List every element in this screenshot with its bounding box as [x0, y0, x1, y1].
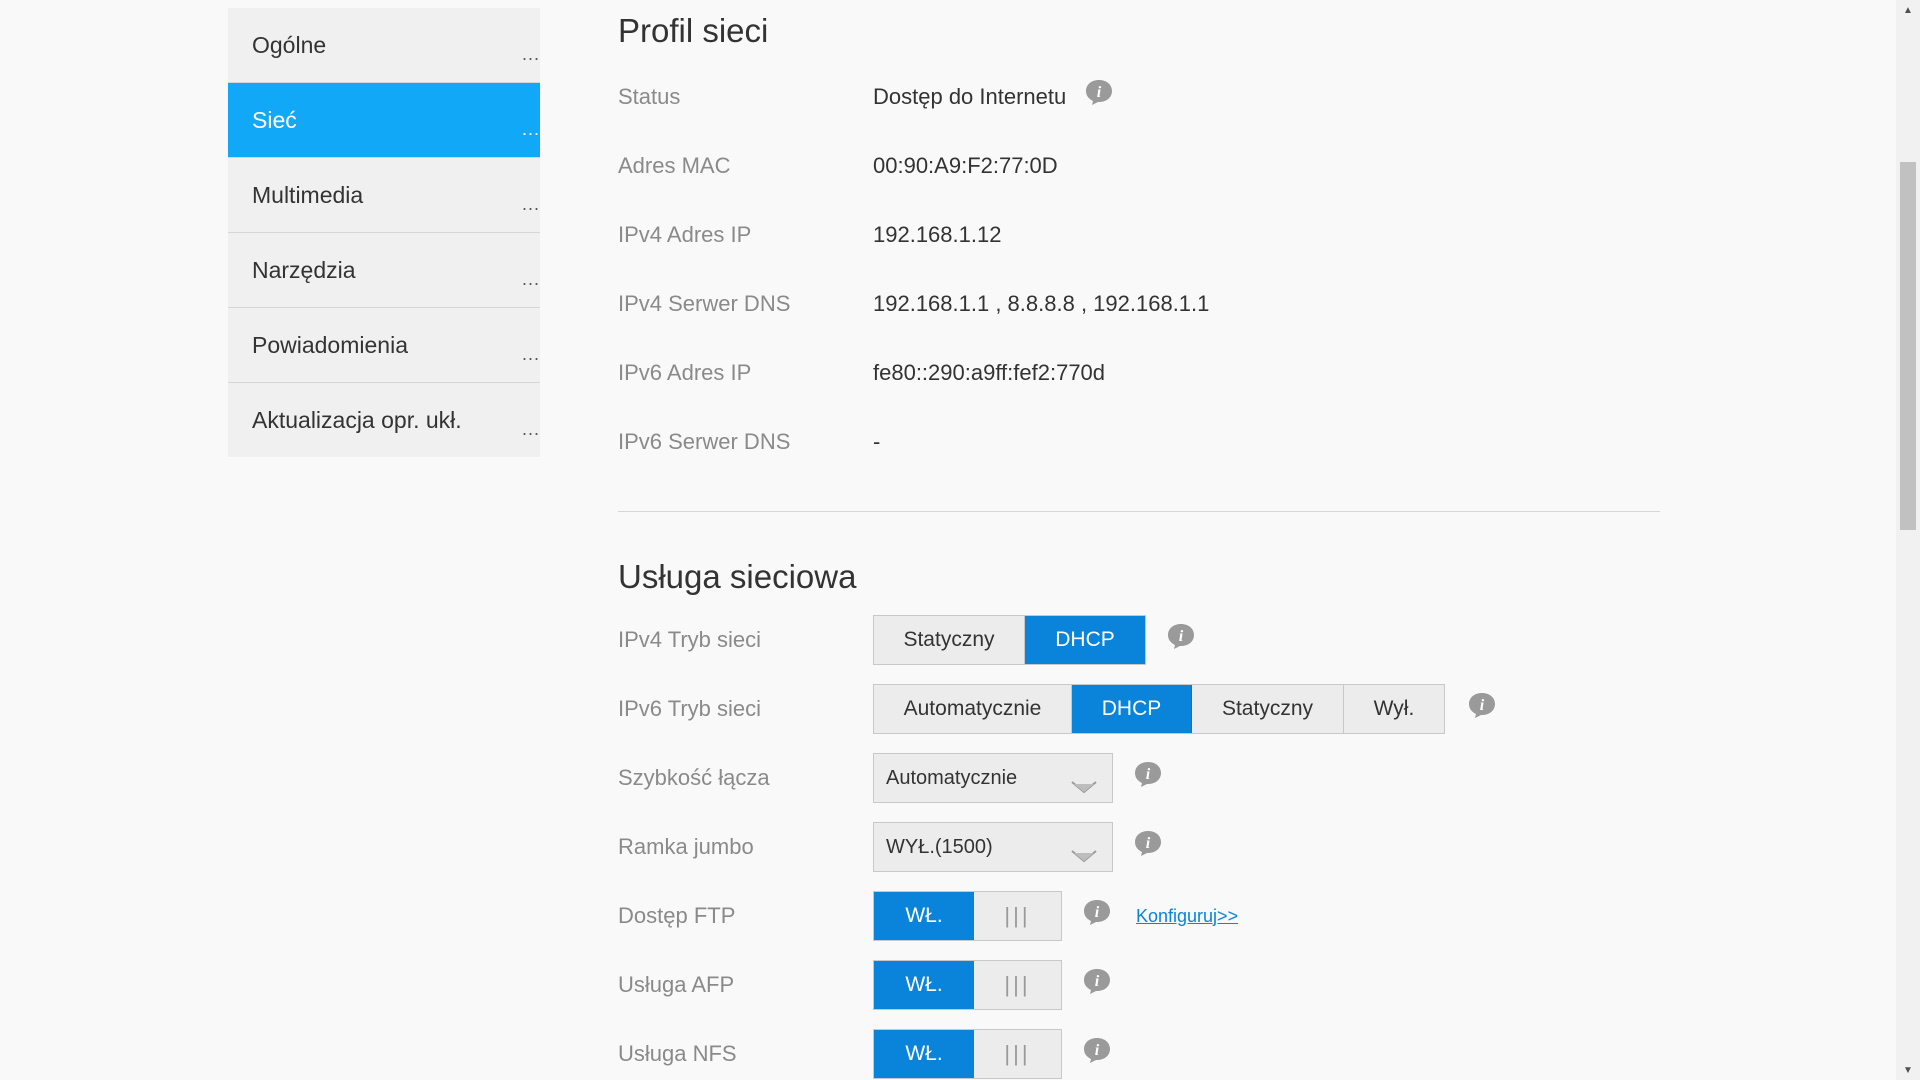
jumbo-frame-row: WYŁ.(1500) i: [873, 822, 1163, 872]
sidebar-item-dots: ...: [521, 194, 540, 214]
ipv4-mode-label: IPv4 Tryb sieci: [618, 627, 762, 652]
info-icon[interactable]: i: [1467, 691, 1497, 719]
info-icon[interactable]: i: [1082, 967, 1112, 995]
vertical-scrollbar[interactable]: ▲ ▼: [1896, 0, 1920, 1080]
sidebar-item-tools[interactable]: Narzędzia ...: [228, 233, 540, 308]
nfs-label: Usługa NFS: [618, 1041, 737, 1066]
ipv6-mode-auto-button[interactable]: Automatycznie: [874, 685, 1072, 733]
sidebar-item-label: Sieć: [252, 106, 297, 133]
scrollbar-thumb[interactable]: [1900, 162, 1916, 530]
svg-text:i: i: [1095, 973, 1100, 990]
svg-text:i: i: [1097, 84, 1102, 101]
ipv6-dns-value: -: [873, 429, 881, 454]
mac-label: Adres MAC: [618, 153, 731, 178]
ipv6-mode-row: Automatycznie DHCP Statyczny Wył. i: [873, 684, 1497, 734]
svg-text:i: i: [1146, 835, 1151, 852]
nfs-toggle[interactable]: WŁ. |||: [873, 1029, 1062, 1079]
sidebar-item-label: Powiadomienia: [252, 331, 408, 358]
svg-text:i: i: [1095, 1042, 1100, 1059]
sidebar-item-notifications[interactable]: Powiadomienia ...: [228, 308, 540, 383]
jumbo-frame-label: Ramka jumbo: [618, 834, 754, 859]
info-icon[interactable]: i: [1084, 78, 1114, 106]
toggle-on-label: WŁ.: [874, 1030, 974, 1078]
section-divider: [618, 511, 1660, 512]
ipv4-mode-static-button[interactable]: Statyczny: [874, 616, 1025, 664]
sidebar-item-firmware-update[interactable]: Aktualizacja opr. ukł. ...: [228, 383, 540, 457]
nfs-row: WŁ. ||| i: [873, 1029, 1112, 1079]
sidebar-item-general[interactable]: Ogólne ...: [228, 8, 540, 83]
toggle-on-label: WŁ.: [874, 961, 974, 1009]
toggle-handle: |||: [974, 1030, 1061, 1078]
info-icon[interactable]: i: [1133, 829, 1163, 857]
info-icon[interactable]: i: [1133, 760, 1163, 788]
svg-text:i: i: [1179, 628, 1184, 645]
ipv6-ip-label: IPv6 Adres IP: [618, 360, 752, 385]
status-value: Dostęp do Internetu: [873, 84, 1067, 109]
mac-value: 00:90:A9:F2:77:0D: [873, 153, 1058, 178]
sidebar-item-dots: ...: [521, 269, 540, 289]
ipv4-mode-segmented: Statyczny DHCP: [873, 615, 1146, 665]
sidebar-item-label: Narzędzia: [252, 256, 356, 283]
scroll-down-arrow-icon[interactable]: ▼: [1896, 1060, 1920, 1080]
settings-sidebar: Ogólne ... Sieć ... Multimedia ... Narzę…: [228, 8, 540, 457]
ipv4-mode-row: Statyczny DHCP i: [873, 615, 1196, 665]
status-label: Status: [618, 84, 681, 109]
afp-label: Usługa AFP: [618, 972, 735, 997]
sidebar-item-dots: ...: [521, 119, 540, 139]
svg-text:i: i: [1480, 697, 1485, 714]
ipv4-ip-value: 192.168.1.12: [873, 222, 1002, 247]
info-icon[interactable]: i: [1166, 622, 1196, 650]
ipv4-dns-value: 192.168.1.1 , 8.8.8.8 , 192.168.1.1: [873, 291, 1210, 316]
toggle-handle: |||: [974, 892, 1061, 940]
sidebar-item-dots: ...: [521, 419, 540, 439]
info-icon[interactable]: i: [1082, 1036, 1112, 1064]
ipv6-mode-segmented: Automatycznie DHCP Statyczny Wył.: [873, 684, 1445, 734]
network-profile-title: Profil sieci: [618, 12, 769, 49]
link-speed-row: Automatycznie i: [873, 753, 1163, 803]
ftp-configure-link[interactable]: Konfiguruj>>: [1136, 906, 1238, 927]
sidebar-item-network[interactable]: Sieć ...: [228, 83, 540, 158]
sidebar-item-label: Ogólne: [252, 31, 327, 58]
afp-toggle[interactable]: WŁ. |||: [873, 960, 1062, 1010]
jumbo-frame-value: WYŁ.(1500): [886, 835, 993, 858]
scroll-up-arrow-icon[interactable]: ▲: [1896, 0, 1920, 20]
ipv6-mode-off-button[interactable]: Wył.: [1344, 685, 1444, 733]
toggle-handle: |||: [974, 961, 1061, 1009]
svg-text:i: i: [1146, 766, 1151, 783]
chevron-down-icon: [1070, 774, 1098, 800]
ipv6-mode-static-button[interactable]: Statyczny: [1192, 685, 1344, 733]
chevron-down-icon: [1070, 843, 1098, 869]
ipv6-mode-dhcp-button[interactable]: DHCP: [1072, 685, 1192, 733]
svg-text:i: i: [1095, 904, 1100, 921]
jumbo-frame-select[interactable]: WYŁ.(1500): [873, 822, 1113, 872]
ipv6-dns-label: IPv6 Serwer DNS: [618, 429, 791, 454]
link-speed-value: Automatycznie: [886, 766, 1018, 789]
sidebar-item-dots: ...: [521, 44, 540, 64]
ftp-label: Dostęp FTP: [618, 903, 736, 928]
ipv6-mode-label: IPv6 Tryb sieci: [618, 696, 762, 721]
sidebar-item-label: Aktualizacja opr. ukł.: [252, 406, 462, 433]
info-icon[interactable]: i: [1082, 898, 1112, 926]
sidebar-item-label: Multimedia: [252, 181, 364, 208]
toggle-on-label: WŁ.: [874, 892, 974, 940]
ftp-toggle[interactable]: WŁ. |||: [873, 891, 1062, 941]
status-value-row: Dostęp do Internetu i: [873, 80, 1114, 110]
ipv4-mode-dhcp-button[interactable]: DHCP: [1025, 616, 1145, 664]
ftp-row: WŁ. ||| i Konfiguruj>>: [873, 891, 1238, 941]
ipv6-ip-value: fe80::290:a9ff:fef2:770d: [873, 360, 1106, 385]
sidebar-item-multimedia[interactable]: Multimedia ...: [228, 158, 540, 233]
ipv4-dns-label: IPv4 Serwer DNS: [618, 291, 791, 316]
afp-row: WŁ. ||| i: [873, 960, 1112, 1010]
link-speed-label: Szybkość łącza: [618, 765, 770, 790]
sidebar-item-dots: ...: [521, 344, 540, 364]
network-service-title: Usługa sieciowa: [618, 558, 857, 595]
link-speed-select[interactable]: Automatycznie: [873, 753, 1113, 803]
ipv4-ip-label: IPv4 Adres IP: [618, 222, 752, 247]
